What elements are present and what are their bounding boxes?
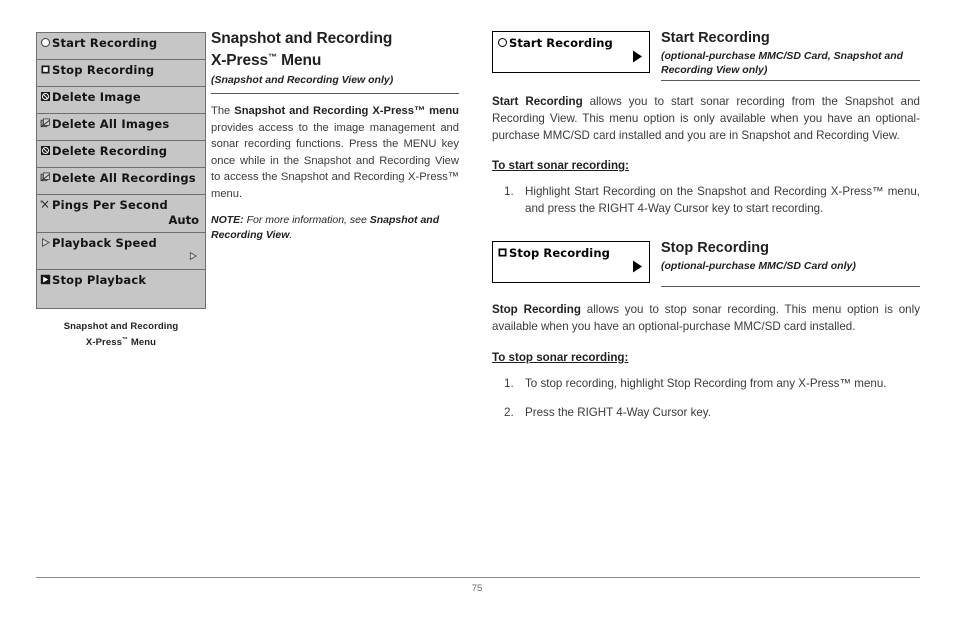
section-headings: Stop Recording (optional-purchase MMC/SD… — [650, 239, 920, 273]
lcd-chip-text: Start Recording — [509, 36, 613, 50]
howto-heading: To stop sonar recording: — [492, 351, 629, 364]
outline-triangle-icon — [40, 237, 51, 248]
section-body-bold: Stop Recording — [492, 303, 581, 316]
section-body-bold: Start Recording — [492, 95, 583, 108]
lcd-chip-stop-recording[interactable]: Stop Recording — [492, 241, 650, 283]
lcd-menu-item-label: Delete Recording — [40, 144, 201, 159]
lcd-menu-item-delete-all-recordings[interactable]: Delete All Recordings — [37, 168, 205, 195]
intro-paragraph-bold: Snapshot and Recording X-Press™ menu — [234, 105, 459, 117]
stacked-pages-icon — [40, 118, 51, 129]
lcd-menu-item-text: Delete Image — [52, 90, 141, 104]
section-headings: Start Recording (optional-purchase MMC/S… — [650, 29, 920, 77]
section-subtitle: (optional-purchase MMC/SD Card, Snapshot… — [661, 50, 904, 76]
list-item: To stop recording, highlight Stop Record… — [504, 375, 887, 392]
howto-steps: Highlight Start Recording on the Snapsho… — [492, 183, 920, 217]
lcd-menu-item-label: s Pings Per Second — [40, 198, 201, 213]
divider — [211, 93, 459, 94]
pings-icon: s — [40, 199, 51, 210]
note-paragraph: NOTE: For more information, see Snapshot… — [211, 213, 459, 243]
page-number: 75 — [471, 583, 483, 594]
lcd-menu-item-text: Delete All Images — [52, 117, 170, 131]
lcd-menu-item-label: Stop Recording — [40, 63, 201, 78]
lcd-menu-item-delete-recording[interactable]: Delete Recording — [37, 141, 205, 168]
intro-paragraph-pre: The — [211, 105, 235, 117]
lcd-menu-item-label: Start Recording — [40, 36, 201, 51]
howto-heading: To start sonar recording: — [492, 159, 629, 172]
list-item: Highlight Start Recording on the Snapsho… — [504, 183, 920, 215]
section-stop-recording: Stop Recording Stop Recording (optional-… — [492, 239, 920, 421]
intro-paragraph: The Snapshot and Recording X-Press™ menu… — [211, 103, 459, 202]
right-arrow-icon — [631, 259, 643, 279]
lcd-chip-label: Start Recording — [497, 36, 613, 50]
howto-steps: To stop recording, highlight Stop Record… — [492, 375, 920, 421]
lcd-menu-item-text: Delete Recording — [52, 144, 168, 158]
lcd-menu-item-value: Auto — [168, 213, 200, 227]
filled-square-icon — [40, 64, 51, 75]
note-text-pre: For more information, see — [243, 214, 370, 226]
crossed-circle-icon — [40, 145, 51, 156]
section-header-row: Start Recording Start Recording (optiona… — [492, 29, 920, 77]
stacked-pages-icon — [40, 172, 51, 183]
figure-caption-line1: Snapshot and Recording — [63, 321, 179, 332]
lcd-chip-label: Stop Recording — [497, 246, 610, 260]
lcd-menu-item-delete-image[interactable]: Delete Image — [37, 87, 205, 114]
section-title: Stop Recording — [661, 240, 769, 256]
section-body: Start Recording allows you to start sona… — [492, 93, 920, 144]
page-title-line2-pre: X-Press — [211, 52, 269, 69]
note-label: NOTE: — [211, 214, 244, 226]
filled-square-icon — [497, 247, 508, 258]
section-header-row: Stop Recording Stop Recording (optional-… — [492, 239, 920, 283]
lcd-menu-panel: Start Recording Stop Recording Delete Im… — [36, 32, 206, 309]
lcd-chip-start-recording[interactable]: Start Recording — [492, 31, 650, 73]
footer-divider — [36, 577, 920, 578]
lcd-menu-item-text: Stop Playback — [52, 273, 147, 287]
lcd-menu-item-label: Delete All Recordings — [40, 171, 201, 186]
lcd-chip-text: Stop Recording — [509, 246, 610, 260]
lcd-menu-item-start-recording[interactable]: Start Recording — [37, 33, 205, 60]
right-text-column: Start Recording Start Recording (optiona… — [492, 29, 920, 433]
page-title: Snapshot and Recording X-Press™ Menu — [211, 29, 459, 70]
lcd-menu-item-text: Stop Recording — [52, 63, 155, 77]
trademark-symbol: ™ — [268, 52, 277, 62]
section-subtitle: (optional-purchase MMC/SD Card only) — [661, 260, 856, 272]
figure-caption-line2-pre: X-Press — [85, 336, 123, 348]
left-text-column: Snapshot and Recording X-Press™ Menu (Sn… — [211, 29, 459, 243]
lcd-menu-item-label: Delete All Images — [40, 117, 201, 132]
lcd-menu-item-playback-speed[interactable]: Playback Speed — [37, 233, 205, 270]
svg-text:s: s — [40, 200, 42, 204]
manual-page: Start Recording Stop Recording Delete Im… — [0, 0, 954, 618]
circle-icon — [497, 37, 508, 48]
lcd-menu-item-stop-recording[interactable]: Stop Recording — [37, 60, 205, 87]
list-item: Press the RIGHT 4-Way Cursor key. — [504, 404, 711, 421]
section-start-recording: Start Recording Start Recording (optiona… — [492, 29, 920, 217]
section-title: Start Recording — [661, 30, 770, 46]
intro-paragraph-post: provides access to the image management … — [211, 121, 459, 200]
lcd-menu-item-text: Pings Per Second — [52, 198, 168, 212]
note-text-post: . — [289, 229, 293, 241]
figure-caption-line2-post: Menu — [128, 336, 157, 348]
crossed-circle-icon — [40, 91, 51, 102]
page-title-line1: Snapshot and Recording — [211, 30, 393, 47]
divider — [661, 286, 920, 287]
lcd-menu-item-text: Start Recording — [52, 36, 158, 50]
section-body: Stop Recording allows you to stop sonar … — [492, 301, 920, 335]
circle-icon — [40, 37, 51, 48]
lcd-menu-item-label: Playback Speed — [40, 236, 201, 251]
lcd-menu-figure: Start Recording Stop Recording Delete Im… — [36, 32, 206, 349]
lcd-menu-item-label: Delete Image — [40, 90, 201, 105]
lcd-menu-item-stop-playback[interactable]: Stop Playback — [37, 270, 205, 308]
figure-caption: Snapshot and Recording X-Press™ Menu — [36, 321, 206, 349]
lcd-menu-item-delete-all-images[interactable]: Delete All Images — [37, 114, 205, 141]
page-title-line2-post: Menu — [276, 52, 322, 69]
right-arrow-icon — [631, 49, 643, 69]
stop-playback-icon — [40, 274, 51, 285]
lcd-menu-item-text: Playback Speed — [52, 236, 157, 250]
submenu-arrow-icon — [40, 251, 201, 264]
lcd-menu-item-pings-per-second[interactable]: s Pings Per Second Auto — [37, 195, 205, 233]
lcd-menu-item-label: Stop Playback — [40, 273, 201, 288]
divider — [661, 80, 920, 81]
lcd-menu-item-text: Delete All Recordings — [52, 171, 196, 185]
page-subtitle: (Snapshot and Recording View only) — [211, 74, 394, 86]
